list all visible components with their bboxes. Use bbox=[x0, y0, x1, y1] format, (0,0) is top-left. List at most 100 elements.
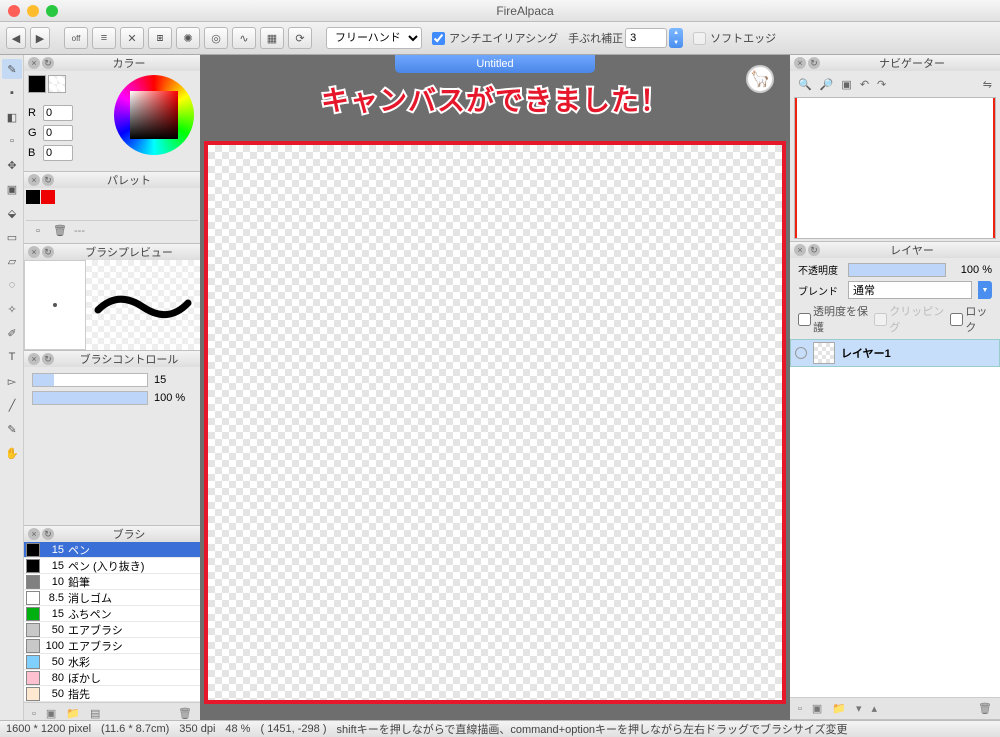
dup-brush-icon[interactable]: ▣ bbox=[46, 707, 56, 720]
add-brush-icon[interactable]: ▫ bbox=[32, 708, 36, 720]
palette-swatch[interactable] bbox=[26, 190, 40, 204]
snap-grid-button[interactable]: ▦ bbox=[260, 27, 284, 49]
panel-menu-icon[interactable]: ↻ bbox=[42, 528, 54, 540]
layer-row[interactable]: レイヤー1 bbox=[790, 339, 1000, 367]
brush-list-item[interactable]: 15ペン bbox=[24, 542, 200, 558]
flip-icon[interactable]: ⇋ bbox=[983, 78, 992, 91]
history-back-button[interactable]: ◀ bbox=[6, 27, 26, 49]
maximize-icon[interactable] bbox=[46, 5, 58, 17]
divide-tool[interactable]: ╱ bbox=[2, 395, 22, 415]
zoom-fit-icon[interactable]: ▣ bbox=[841, 78, 851, 91]
brush-tool[interactable]: ✎ bbox=[2, 59, 22, 79]
hand-tool[interactable]: ✋ bbox=[2, 443, 22, 463]
dotpen-tool[interactable]: ▪ bbox=[2, 83, 22, 103]
eraser-tool[interactable]: ◧ bbox=[2, 107, 22, 127]
zoom-in-icon[interactable]: 🔍 bbox=[798, 78, 812, 91]
rotate-right-icon[interactable]: ↷ bbox=[877, 78, 886, 91]
correction-input[interactable] bbox=[625, 28, 667, 48]
minimize-icon[interactable] bbox=[27, 5, 39, 17]
g-input[interactable] bbox=[43, 125, 73, 141]
panel-menu-icon[interactable]: ↻ bbox=[42, 353, 54, 365]
select-pen-tool[interactable]: ✐ bbox=[2, 323, 22, 343]
brush-list-item[interactable]: 80ぼかし bbox=[24, 670, 200, 686]
document-tab[interactable]: Untitled bbox=[395, 55, 595, 73]
navigator-view[interactable] bbox=[794, 97, 996, 239]
bg-swatch[interactable] bbox=[48, 75, 66, 93]
brush-list-item[interactable]: 15ふちペン bbox=[24, 606, 200, 622]
chevron-down-icon[interactable]: ▼ bbox=[978, 281, 992, 299]
clipping-checkbox[interactable]: クリッピング bbox=[874, 303, 944, 335]
brush-list-item[interactable]: 50エアブラシ bbox=[24, 622, 200, 638]
panel-close-icon[interactable]: × bbox=[28, 174, 40, 186]
protect-alpha-checkbox[interactable]: 透明度を保護 bbox=[798, 303, 868, 335]
merge-down-icon[interactable]: ▾ bbox=[856, 702, 862, 715]
dot-eraser-tool[interactable]: ▫ bbox=[2, 131, 22, 151]
antialias-input[interactable] bbox=[432, 32, 445, 45]
lock-checkbox[interactable]: ロック bbox=[950, 303, 992, 335]
draw-mode-select[interactable]: フリーハンド bbox=[326, 27, 422, 49]
fg-swatch[interactable] bbox=[28, 75, 46, 93]
delete-brush-icon[interactable]: 🗑 bbox=[178, 707, 192, 720]
layer-up-icon[interactable]: ▴ bbox=[872, 702, 878, 715]
color-square[interactable] bbox=[130, 91, 178, 139]
panel-close-icon[interactable]: × bbox=[28, 57, 40, 69]
select-lasso-tool[interactable]: ◌ bbox=[2, 275, 22, 295]
softedge-checkbox[interactable]: ソフトエッジ bbox=[693, 30, 776, 46]
panel-close-icon[interactable]: × bbox=[28, 353, 40, 365]
brush-list-item[interactable]: 15ペン (入り抜き) bbox=[24, 558, 200, 574]
gradient-tool[interactable]: ▭ bbox=[2, 227, 22, 247]
eyedropper-tool[interactable]: ✎ bbox=[2, 419, 22, 439]
panel-menu-icon[interactable]: ↻ bbox=[42, 57, 54, 69]
panel-menu-icon[interactable]: ↻ bbox=[42, 246, 54, 258]
add-palette-icon[interactable]: ▫ bbox=[30, 223, 46, 239]
new-layer-icon[interactable]: ▫ bbox=[798, 703, 802, 715]
snap-circle-button[interactable]: ◎ bbox=[204, 27, 228, 49]
snap-radial-button[interactable]: ✺ bbox=[176, 27, 200, 49]
snap-off-button[interactable]: off bbox=[64, 27, 88, 49]
select-wand-tool[interactable]: ✧ bbox=[2, 299, 22, 319]
object-tool[interactable]: ▻ bbox=[2, 371, 22, 391]
rotate-left-icon[interactable]: ↶ bbox=[860, 78, 869, 91]
dup-layer-icon[interactable]: 📁 bbox=[832, 702, 846, 715]
blend-mode-select[interactable]: 通常 bbox=[848, 281, 972, 299]
close-icon[interactable] bbox=[8, 5, 20, 17]
fill-tool[interactable]: ▣ bbox=[2, 179, 22, 199]
history-forward-button[interactable]: ▶ bbox=[30, 27, 50, 49]
antialias-checkbox[interactable]: アンチエイリアシング bbox=[432, 30, 558, 46]
brush-list-item[interactable]: 10鉛筆 bbox=[24, 574, 200, 590]
snap-settings-button[interactable]: ⟳ bbox=[288, 27, 312, 49]
folder-brush-icon[interactable]: 📁 bbox=[66, 707, 80, 720]
brush-opacity-slider[interactable] bbox=[32, 391, 148, 405]
color-wheel[interactable] bbox=[114, 75, 194, 155]
delete-layer-icon[interactable]: 🗑 bbox=[978, 702, 992, 715]
panel-menu-icon[interactable]: ↻ bbox=[808, 244, 820, 256]
visibility-icon[interactable] bbox=[795, 347, 807, 359]
panel-close-icon[interactable]: × bbox=[28, 246, 40, 258]
text-tool[interactable]: T bbox=[2, 347, 22, 367]
brush-list-item[interactable]: 50水彩 bbox=[24, 654, 200, 670]
move-tool[interactable]: ✥ bbox=[2, 155, 22, 175]
layer-opacity-slider[interactable] bbox=[848, 263, 946, 277]
r-input[interactable] bbox=[43, 105, 73, 121]
palette-swatch[interactable] bbox=[41, 190, 55, 204]
panel-menu-icon[interactable]: ↻ bbox=[42, 174, 54, 186]
brush-list-item[interactable]: 8.5消しゴム bbox=[24, 590, 200, 606]
panel-close-icon[interactable]: × bbox=[794, 244, 806, 256]
zoom-out-icon[interactable]: 🔎 bbox=[820, 78, 834, 91]
delete-palette-icon[interactable]: 🗑 bbox=[52, 223, 68, 239]
panel-menu-icon[interactable]: ↻ bbox=[808, 57, 820, 69]
brush-list-item[interactable]: 50指先 bbox=[24, 686, 200, 702]
panel-close-icon[interactable]: × bbox=[794, 57, 806, 69]
bucket-tool[interactable]: ⬙ bbox=[2, 203, 22, 223]
snap-curve-button[interactable]: ∿ bbox=[232, 27, 256, 49]
snap-parallel-button[interactable]: ≡ bbox=[92, 27, 116, 49]
correction-stepper[interactable]: ▲▼ bbox=[669, 28, 683, 48]
script-brush-icon[interactable]: ▤ bbox=[90, 707, 100, 720]
snap-vanish-button[interactable]: ⧆ bbox=[148, 27, 172, 49]
panel-close-icon[interactable]: × bbox=[28, 528, 40, 540]
brush-size-slider[interactable] bbox=[32, 373, 148, 387]
canvas[interactable] bbox=[200, 73, 790, 720]
new-folder-icon[interactable]: ▣ bbox=[812, 702, 822, 715]
b-input[interactable] bbox=[43, 145, 73, 161]
select-rect-tool[interactable]: ▱ bbox=[2, 251, 22, 271]
